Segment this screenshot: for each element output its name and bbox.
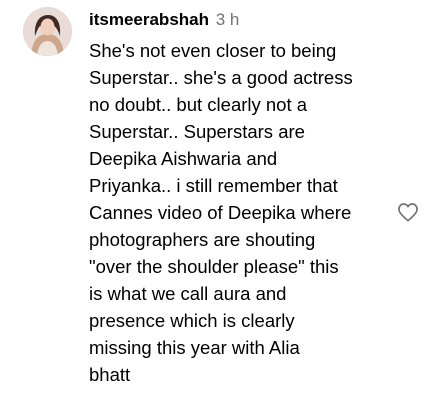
- user-avatar[interactable]: [23, 7, 72, 56]
- comment-item: itsmeerabshah 3 h She's not even closer …: [0, 0, 430, 394]
- heart-outline-icon: [398, 203, 418, 222]
- avatar-image: [23, 7, 72, 56]
- username-link[interactable]: itsmeerabshah: [89, 10, 209, 29]
- comment-text: She's not even closer to being Superstar…: [89, 40, 353, 385]
- comment-content: itsmeerabshah 3 h She's not even closer …: [89, 9, 389, 388]
- comment-timestamp: 3 h: [215, 10, 240, 29]
- comment-meta: itsmeerabshah 3 h: [89, 9, 389, 31]
- like-button[interactable]: [396, 201, 420, 223]
